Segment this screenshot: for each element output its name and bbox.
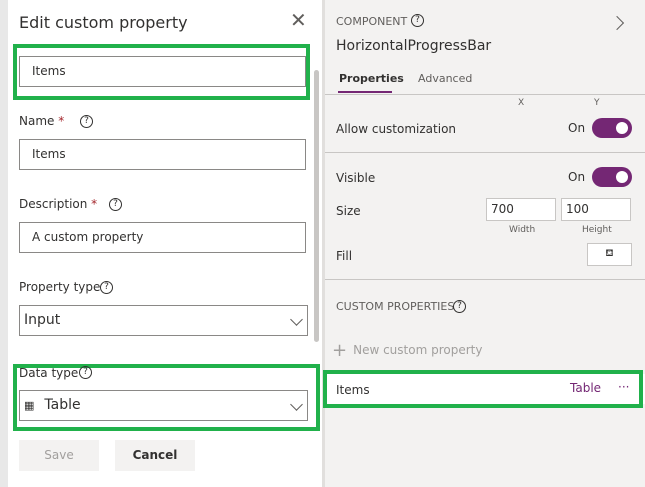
- visible-state: On: [568, 170, 586, 184]
- allow-customization-label: Allow customization: [336, 122, 457, 136]
- data-type-value: Table: [44, 397, 81, 413]
- plus-icon: +: [332, 340, 348, 361]
- property-type-value: Input: [24, 312, 61, 328]
- custom-property-name: Items: [336, 383, 370, 397]
- close-icon[interactable]: ✕: [290, 8, 307, 32]
- property-type-label: Property type: [19, 280, 101, 294]
- paint-bucket-icon: ⛾: [605, 248, 614, 259]
- allow-customization-state: On: [568, 121, 586, 135]
- x-label: X: [518, 98, 525, 108]
- size-label: Size: [336, 204, 361, 218]
- chevron-down-icon: [290, 398, 303, 411]
- section-label: COMPONENT: [336, 15, 408, 28]
- cancel-button[interactable]: Cancel: [115, 440, 195, 471]
- property-type-select[interactable]: Input: [19, 305, 308, 336]
- data-type-select[interactable]: ▦ Table: [19, 390, 308, 421]
- help-icon[interactable]: ?: [411, 14, 424, 27]
- help-icon[interactable]: ?: [109, 198, 122, 211]
- background-strip: [0, 0, 8, 487]
- description-label: Description *: [19, 197, 97, 211]
- width-input[interactable]: 700: [486, 198, 556, 221]
- description-label-text: Description: [19, 197, 88, 211]
- display-name-input[interactable]: Items: [19, 56, 306, 87]
- more-options-icon[interactable]: ···: [618, 380, 629, 394]
- tab-properties[interactable]: Properties: [339, 72, 404, 85]
- table-icon: ▦: [24, 399, 35, 412]
- fill-label: Fill: [336, 249, 353, 263]
- chevron-down-icon: [290, 313, 303, 326]
- active-tab-indicator: [338, 91, 392, 93]
- width-label: Width: [509, 225, 536, 235]
- fill-picker[interactable]: ⛾: [587, 243, 632, 266]
- divider: [325, 152, 645, 153]
- help-icon[interactable]: ?: [100, 281, 113, 294]
- allow-customization-toggle[interactable]: [592, 118, 632, 138]
- data-type-label: Data type: [19, 366, 79, 380]
- visible-label: Visible: [336, 171, 376, 185]
- edit-custom-property-dialog: Edit custom property ✕ Items Name * ? It…: [0, 0, 322, 487]
- description-input[interactable]: A custom property: [19, 222, 306, 253]
- component-name: HorizontalProgressBar: [336, 38, 492, 54]
- dialog-title: Edit custom property: [19, 13, 188, 32]
- save-button[interactable]: Save: [19, 440, 99, 471]
- divider: [325, 279, 645, 280]
- new-custom-property-button[interactable]: + New custom property: [332, 340, 482, 361]
- help-icon[interactable]: ?: [79, 366, 92, 379]
- visible-toggle[interactable]: [592, 167, 632, 187]
- name-label-text: Name: [19, 114, 55, 128]
- height-input[interactable]: 100: [561, 198, 631, 221]
- new-custom-property-label: New custom property: [353, 343, 483, 357]
- name-label: Name *: [19, 114, 64, 128]
- required-mark: *: [91, 197, 98, 211]
- tab-advanced[interactable]: Advanced: [418, 72, 472, 85]
- custom-properties-label: CUSTOM PROPERTIES: [336, 300, 455, 313]
- y-label: Y: [594, 98, 600, 108]
- help-icon[interactable]: ?: [80, 115, 93, 128]
- help-icon[interactable]: ?: [453, 300, 466, 313]
- height-label: Height: [582, 225, 612, 235]
- custom-property-type: Table: [570, 381, 602, 395]
- divider: [325, 94, 645, 95]
- scrollbar[interactable]: [314, 70, 319, 342]
- required-mark: *: [58, 114, 65, 128]
- name-input[interactable]: Items: [19, 139, 306, 170]
